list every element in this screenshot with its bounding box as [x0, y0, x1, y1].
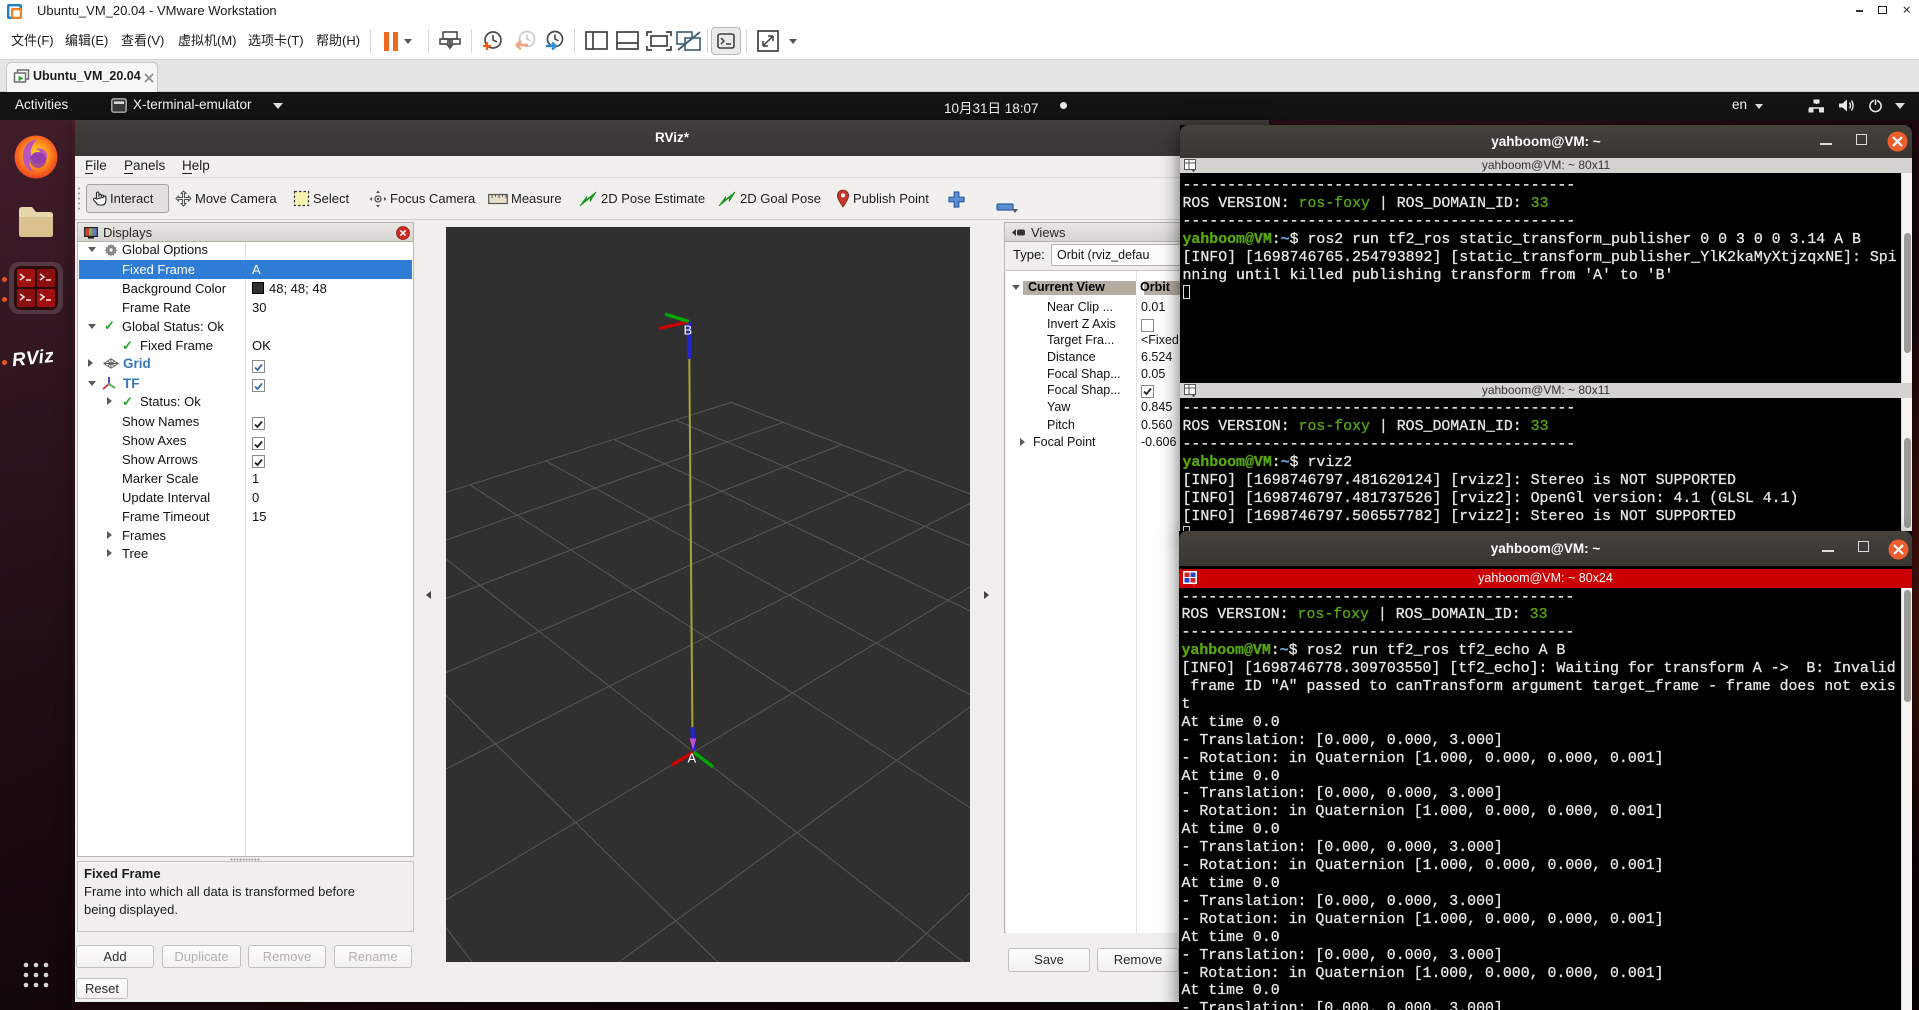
svg-text:B: B	[684, 323, 693, 338]
svg-text:A: A	[688, 751, 697, 766]
